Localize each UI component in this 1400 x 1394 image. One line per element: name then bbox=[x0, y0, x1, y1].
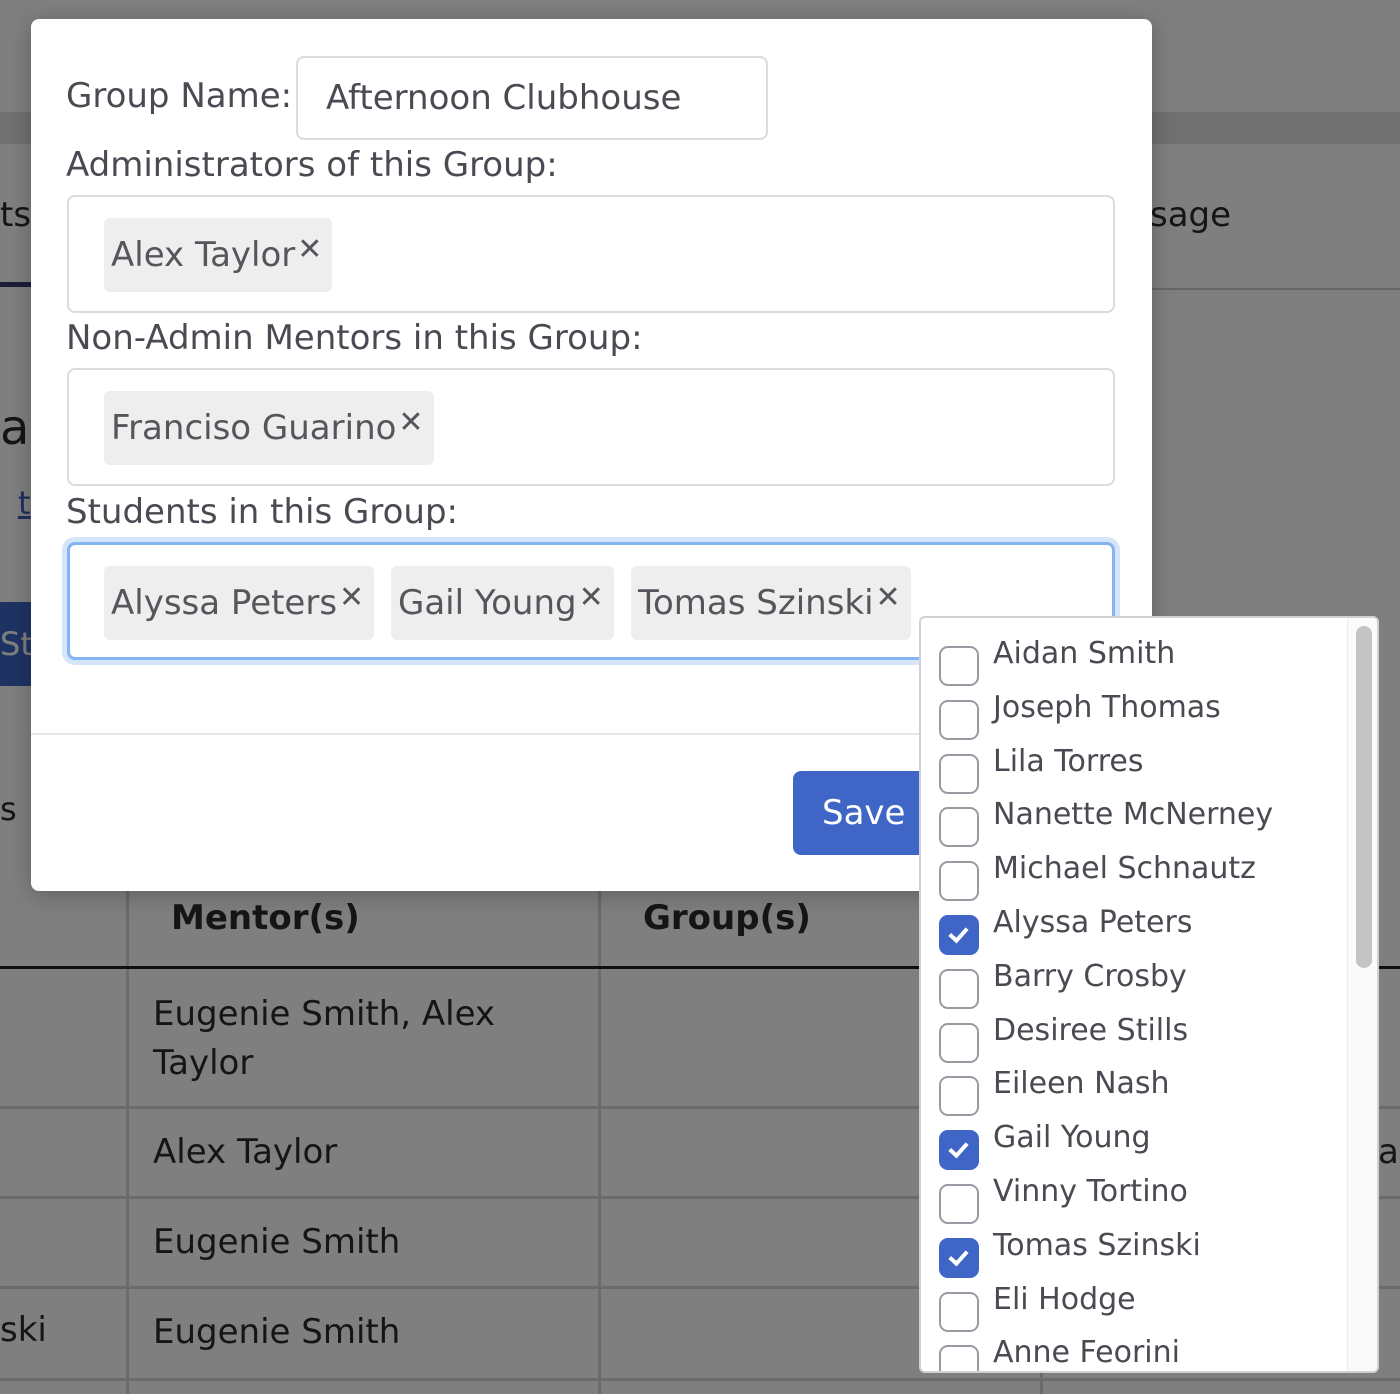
dropdown-option-label: Eileen Nash bbox=[993, 1066, 1170, 1102]
students-label: Students in this Group: bbox=[66, 492, 458, 532]
dropdown-option[interactable]: Barry Crosby bbox=[921, 959, 1347, 1017]
dropdown-option-label: Gail Young bbox=[993, 1120, 1151, 1156]
checkmark-icon bbox=[948, 1137, 969, 1159]
dropdown-option-label: Desiree Stills bbox=[993, 1012, 1189, 1048]
mentors-label: Non-Admin Mentors in this Group: bbox=[66, 318, 643, 358]
dropdown-option-label: Vinny Tortino bbox=[993, 1174, 1188, 1209]
checkbox-checked[interactable] bbox=[939, 915, 979, 955]
remove-tag-icon[interactable]: ✕ bbox=[297, 232, 322, 267]
dropdown-option[interactable]: Nanette McNerney bbox=[921, 797, 1347, 855]
dropdown-option-label: Aidan Smith bbox=[993, 636, 1176, 671]
checkbox-unchecked[interactable] bbox=[939, 1076, 979, 1117]
tag-label: Alex Taylor bbox=[111, 235, 296, 275]
dropdown-option[interactable]: Tomas Szinski bbox=[921, 1228, 1347, 1286]
dropdown-option[interactable]: Aidan Smith bbox=[921, 636, 1347, 694]
remove-tag-icon[interactable]: ✕ bbox=[398, 405, 423, 440]
checkbox-unchecked[interactable] bbox=[939, 699, 979, 740]
checkbox-checked[interactable] bbox=[939, 1130, 979, 1171]
dropdown-option[interactable]: Desiree Stills bbox=[921, 1013, 1347, 1071]
checkbox-unchecked[interactable] bbox=[939, 753, 979, 794]
checkbox-checked[interactable] bbox=[939, 1237, 979, 1278]
student-tag: Alyssa Peters ✕ bbox=[104, 566, 375, 640]
mentors-select[interactable]: Franciso Guarino ✕ bbox=[67, 368, 1115, 486]
dropdown-option[interactable]: Eli Hodge bbox=[921, 1282, 1347, 1340]
dropdown-option[interactable]: Alyssa Peters bbox=[921, 905, 1347, 963]
checkbox-unchecked[interactable] bbox=[939, 861, 979, 902]
tag-label: Franciso Guarino bbox=[111, 408, 397, 448]
tag-label: Alyssa Peters bbox=[111, 583, 338, 623]
dropdown-option[interactable]: Lila Torres bbox=[921, 744, 1347, 802]
checkbox-unchecked[interactable] bbox=[939, 1184, 979, 1224]
dropdown-option-label: Anne Feorini bbox=[993, 1335, 1180, 1371]
remove-tag-icon[interactable]: ✕ bbox=[876, 580, 901, 615]
save-button[interactable]: Save bbox=[793, 771, 933, 855]
dropdown-option[interactable]: Vinny Tortino bbox=[921, 1174, 1347, 1232]
dropdown-option-label: Alyssa Peters bbox=[993, 905, 1193, 940]
dropdown-option-label: Nanette McNerney bbox=[993, 797, 1274, 833]
dropdown-option-label: Michael Schnautz bbox=[993, 851, 1256, 887]
students-dropdown[interactable]: Aidan Smith Joseph Thomas Lila Torres Nanet… bbox=[919, 616, 1379, 1373]
dropdown-option-label: Joseph Thomas bbox=[993, 689, 1221, 725]
mentor-tag: Franciso Guarino ✕ bbox=[104, 391, 434, 465]
checkmark-icon bbox=[948, 1245, 969, 1267]
dropdown-option-label: Tomas Szinski bbox=[993, 1227, 1201, 1263]
student-tag: Tomas Szinski ✕ bbox=[631, 566, 911, 640]
remove-tag-icon[interactable]: ✕ bbox=[339, 580, 364, 615]
group-name-input[interactable] bbox=[296, 56, 768, 140]
dropdown-option-label: Eli Hodge bbox=[993, 1281, 1136, 1317]
dropdown-option[interactable]: Eileen Nash bbox=[921, 1066, 1347, 1124]
administrators-label: Administrators of this Group: bbox=[66, 145, 558, 185]
remove-tag-icon[interactable]: ✕ bbox=[579, 580, 604, 615]
tag-label: Gail Young bbox=[398, 583, 577, 623]
checkbox-unchecked[interactable] bbox=[939, 646, 979, 686]
admin-tag: Alex Taylor ✕ bbox=[104, 218, 333, 292]
dropdown-option-label: Lila Torres bbox=[993, 743, 1144, 779]
administrators-select[interactable]: Alex Taylor ✕ bbox=[67, 195, 1115, 313]
dropdown-scrollbar[interactable] bbox=[1347, 618, 1377, 1371]
scrollbar-thumb[interactable] bbox=[1356, 626, 1372, 968]
checkbox-unchecked[interactable] bbox=[939, 807, 979, 848]
student-tag: Gail Young ✕ bbox=[391, 566, 614, 640]
dropdown-option[interactable]: Gail Young bbox=[921, 1120, 1347, 1178]
checkbox-unchecked[interactable] bbox=[939, 1291, 979, 1332]
dropdown-option[interactable]: Anne Feorini bbox=[921, 1335, 1347, 1371]
checkbox-unchecked[interactable] bbox=[939, 1022, 979, 1063]
dropdown-option[interactable]: Joseph Thomas bbox=[921, 690, 1347, 748]
checkmark-icon bbox=[948, 922, 969, 944]
checkbox-unchecked[interactable] bbox=[939, 968, 979, 1009]
dropdown-option[interactable]: Michael Schnautz bbox=[921, 851, 1347, 909]
dropdown-option-label: Barry Crosby bbox=[993, 958, 1187, 994]
checkbox-unchecked[interactable] bbox=[939, 1345, 979, 1371]
tag-label: Tomas Szinski bbox=[638, 583, 874, 623]
group-name-label: Group Name: bbox=[66, 76, 293, 116]
